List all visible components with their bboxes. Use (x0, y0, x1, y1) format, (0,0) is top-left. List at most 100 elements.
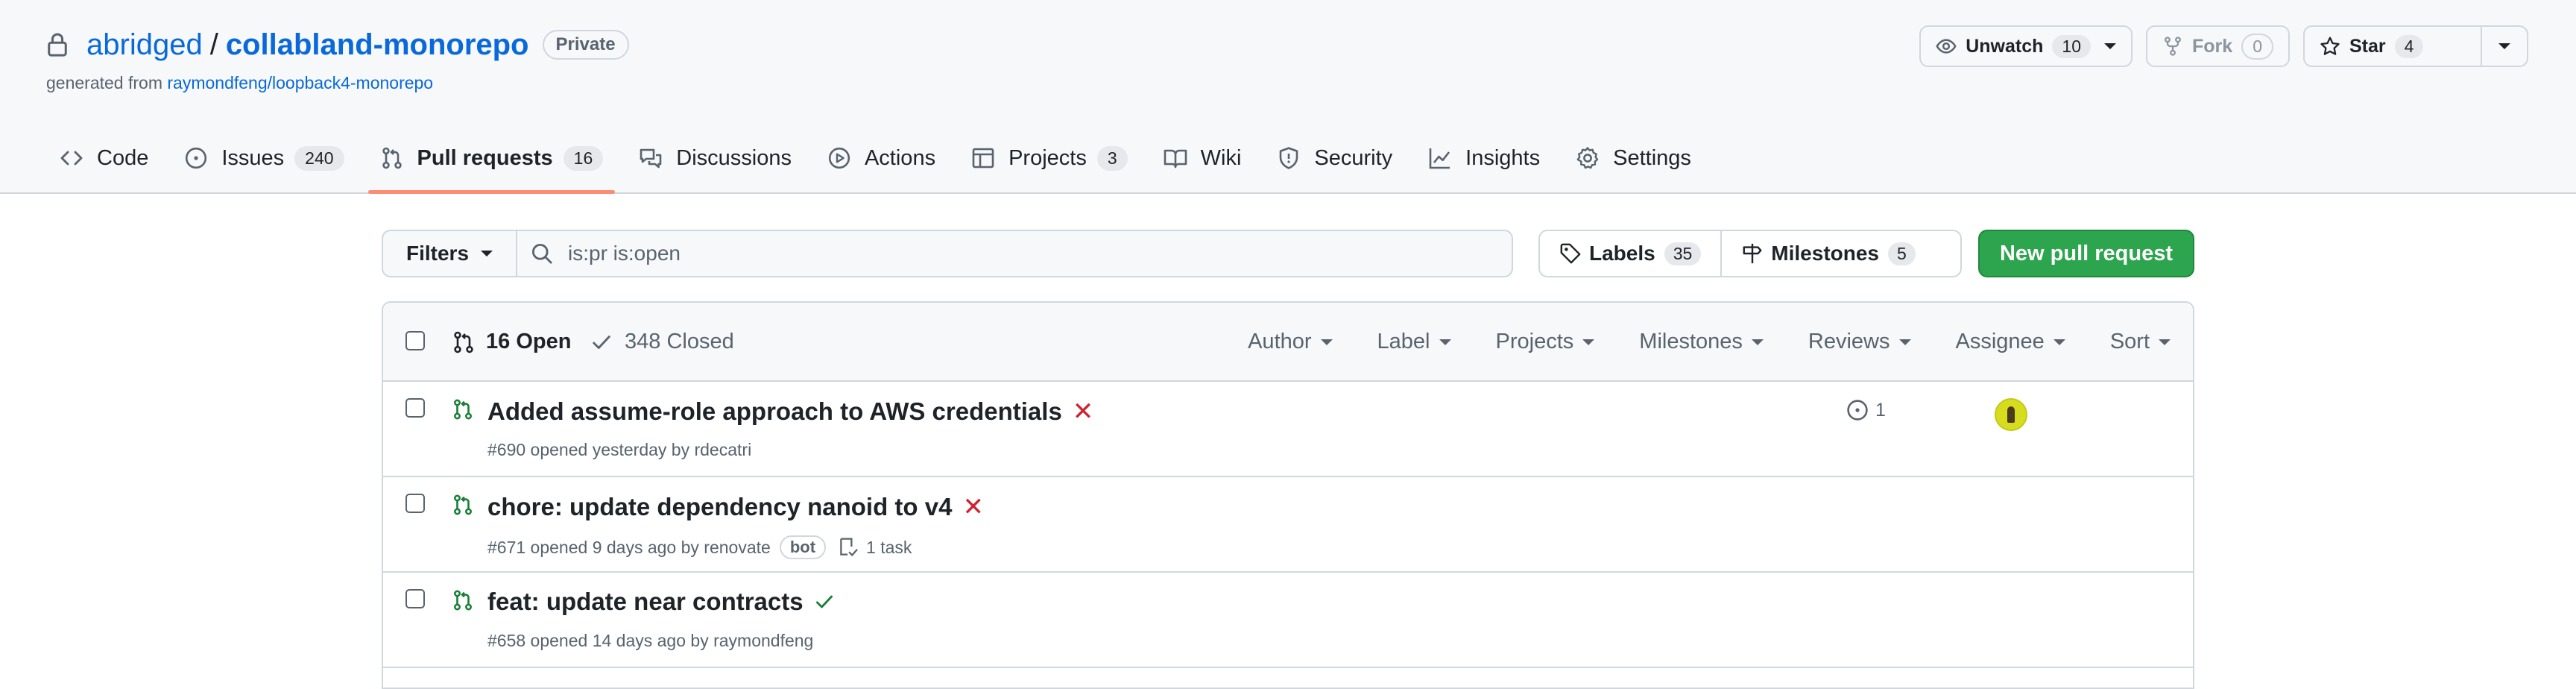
chevron-down-icon (2498, 43, 2510, 49)
pull-request-row: Added assume-role approach to AWS creden… (383, 382, 2193, 477)
pull-request-meta: #671 opened 9 days ago by renovate bot 1… (487, 535, 912, 559)
author-filter[interactable]: Author (1248, 330, 1333, 354)
labels-count: 35 (1664, 242, 1702, 265)
tab-discussions[interactable]: Discussions (627, 125, 804, 191)
closed-filter-link[interactable]: 348 Closed (590, 330, 734, 354)
milestones-filter[interactable]: Milestones (1639, 330, 1764, 354)
label-filter[interactable]: Label (1377, 330, 1451, 354)
repo-separator: / (209, 28, 218, 61)
tab-pull-requests[interactable]: Pull requests 16 (367, 125, 616, 194)
play-icon (828, 147, 850, 169)
eye-icon (1936, 39, 1957, 54)
pull-request-title-link[interactable]: feat: update near contracts (487, 588, 804, 616)
chevron-down-icon (1751, 339, 1764, 345)
discussions-icon (640, 148, 662, 169)
failure-status-icon[interactable]: ✕ (1073, 397, 1094, 427)
assignee-avatar[interactable] (1995, 398, 2027, 431)
check-icon (593, 335, 610, 349)
graph-icon (1429, 148, 1450, 169)
tab-security[interactable]: Security (1265, 125, 1404, 191)
pull-request-list: 16 Open 348 Closed Author Label Projects… (382, 301, 2194, 689)
task-label: 1 task (866, 537, 912, 557)
lock-icon (48, 33, 67, 57)
sort-filter[interactable]: Sort (2110, 330, 2171, 354)
projects-filter-label: Projects (1495, 330, 1574, 353)
fork-icon (2165, 37, 2181, 56)
watch-button[interactable]: Unwatch 10 (1921, 27, 2131, 66)
new-pull-request-button[interactable]: New pull request (1978, 230, 2194, 277)
milestones-label: Milestones (1771, 242, 1879, 265)
assignee-filter[interactable]: Assignee (1956, 330, 2065, 354)
shield-icon (1280, 147, 1298, 169)
open-pull-request-icon (453, 399, 473, 420)
pull-request-title-link[interactable]: Added assume-role approach to AWS creden… (487, 397, 1062, 426)
table-icon (972, 148, 994, 169)
visibility-badge: Private (542, 30, 629, 60)
watch-button-group: Unwatch 10 (1919, 25, 2133, 67)
milestone-icon (1743, 243, 1762, 264)
chevron-down-icon (1582, 339, 1595, 345)
repo-owner-link[interactable]: abridged (86, 28, 203, 62)
tab-settings[interactable]: Settings (1564, 125, 1703, 191)
chevron-down-icon (481, 251, 493, 257)
filter-bar: Filters Labels 35 Milestones 5 New pull … (382, 230, 2194, 277)
filters-button[interactable]: Filters (382, 230, 516, 277)
avatar-image (2007, 406, 2015, 423)
tab-count: 3 (1096, 145, 1128, 171)
tab-wiki[interactable]: Wiki (1152, 125, 1254, 191)
reviews-filter[interactable]: Reviews (1808, 330, 1911, 354)
assignee-filter-label: Assignee (1955, 330, 2045, 353)
success-check-icon[interactable] (814, 591, 835, 612)
tab-projects[interactable]: Projects 3 (959, 125, 1140, 191)
star-list-dropdown[interactable] (2481, 27, 2527, 66)
generated-from-label: generated from (46, 73, 162, 92)
author-filter-label: Author (1248, 330, 1312, 353)
row-checkbox[interactable] (405, 589, 425, 608)
open-filter-link[interactable]: 16 Open (452, 330, 571, 354)
tab-label: Discussions (676, 145, 792, 170)
fork-button-inner: Fork 0 (2147, 27, 2288, 66)
chevron-down-icon (2104, 43, 2117, 49)
template-repo-link[interactable]: raymondfeng/loopback4-monorepo (167, 73, 433, 92)
tab-issues[interactable]: Issues 240 (172, 125, 356, 191)
sort-filter-label: Sort (2109, 330, 2150, 353)
pull-request-title-link[interactable]: chore: update dependency nanoid to v4 (487, 493, 952, 521)
pull-request-icon (382, 147, 402, 169)
pull-request-row: feat: update near contracts #658 opened … (383, 573, 2193, 668)
review-status[interactable]: 1 (1846, 398, 1886, 422)
row-checkbox[interactable] (405, 398, 425, 418)
watch-count: 10 (2052, 34, 2092, 58)
fork-button[interactable]: Fork 0 (2146, 25, 2290, 67)
search-field[interactable] (516, 230, 1513, 277)
tab-label: Security (1314, 145, 1393, 170)
failure-status-icon[interactable]: ✕ (962, 492, 984, 522)
tab-label: Code (97, 145, 149, 170)
repo-name-link[interactable]: collabland-monorepo (226, 28, 529, 62)
tab-actions[interactable]: Actions (815, 125, 947, 191)
search-icon (531, 243, 552, 264)
chevron-down-icon (1439, 339, 1451, 345)
projects-filter[interactable]: Projects (1496, 330, 1595, 354)
checklist-icon (840, 538, 858, 557)
milestones-button[interactable]: Milestones 5 (1720, 231, 1935, 276)
row-checkbox[interactable] (405, 494, 425, 513)
open-pull-request-icon (453, 590, 473, 611)
reviews-filter-label: Reviews (1808, 330, 1890, 353)
tab-label: Settings (1613, 145, 1691, 170)
select-all-checkbox[interactable] (405, 331, 425, 350)
review-requested-icon (1847, 400, 1868, 421)
pull-request-title: chore: update dependency nanoid to v4 ✕ (487, 492, 984, 522)
chevron-down-icon (1898, 339, 1911, 345)
task-progress[interactable]: 1 task (838, 537, 912, 558)
star-button[interactable]: Star 4 (2305, 27, 2481, 66)
tab-code[interactable]: Code (48, 125, 160, 191)
tab-label: Actions (864, 145, 936, 170)
fork-count: 0 (2241, 33, 2273, 60)
labels-button[interactable]: Labels 35 (1540, 231, 1720, 276)
pull-request-meta-text: #658 opened 14 days ago by raymondfeng (487, 631, 814, 650)
star-button-group: Star 4 (2303, 25, 2528, 67)
tab-insights[interactable]: Insights (1416, 125, 1552, 191)
book-icon (1164, 149, 1187, 169)
search-input[interactable] (568, 242, 1462, 265)
watch-label: Unwatch (1966, 35, 2044, 57)
